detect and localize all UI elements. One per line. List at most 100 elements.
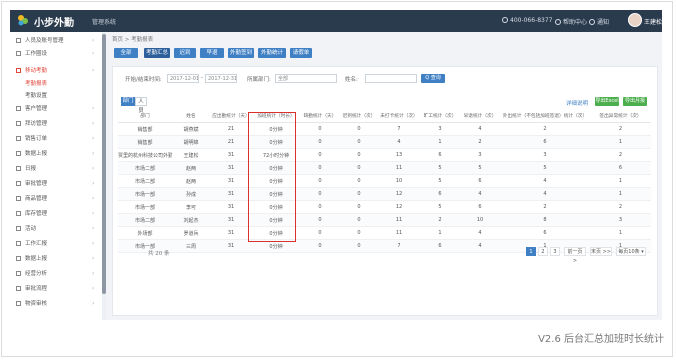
column-header[interactable]: 早退统计（次） bbox=[460, 110, 500, 123]
pagination-button[interactable]: 末页 >> bbox=[590, 247, 612, 256]
sidebar-subitem[interactable]: 考勤报表 bbox=[25, 79, 47, 87]
sidebar-item[interactable]: 审批管理 › bbox=[10, 178, 102, 190]
table-cell: 5 bbox=[420, 161, 460, 175]
tab[interactable]: 迟到 bbox=[174, 48, 196, 58]
table-cell: 11 bbox=[378, 226, 420, 240]
export-monthly-button[interactable]: 导出月报 bbox=[623, 97, 647, 106]
table-body: 销售部 胡燕斌 21 0分钟 0 0 7 3 4 2 2 销售部 胡明锦 21 0分钟 0 0 4 1 2 6 1 贾里的杭… bbox=[118, 122, 651, 253]
pagination-button[interactable]: 2 bbox=[538, 247, 548, 256]
column-header[interactable]: 缺勤统计（天） bbox=[300, 110, 340, 123]
tab[interactable]: 考勤汇总 bbox=[144, 48, 170, 58]
table-cell: 0分钟 bbox=[252, 174, 300, 188]
table-cell: 0 bbox=[340, 135, 378, 149]
column-header[interactable]: 加班统计（时长） bbox=[252, 110, 300, 123]
table-cell: 2 bbox=[500, 200, 590, 214]
export-excel-button[interactable]: 导出Excel bbox=[595, 97, 619, 106]
tab[interactable]: 全部 bbox=[114, 48, 138, 58]
column-header[interactable]: 姓名 bbox=[172, 110, 210, 123]
column-header[interactable]: 旷工统计（次） bbox=[420, 110, 460, 123]
avatar[interactable] bbox=[628, 13, 642, 27]
table-cell: 6 bbox=[460, 200, 500, 214]
table-row[interactable]: 销售部 胡明锦 21 0分钟 0 0 4 1 2 6 1 bbox=[118, 135, 651, 149]
menu-icon bbox=[16, 226, 21, 231]
table-cell: 0 bbox=[300, 148, 340, 162]
total-count: 共 20 条 bbox=[148, 251, 170, 257]
sidebar-item[interactable]: 客户管理 › bbox=[10, 103, 102, 115]
column-header[interactable]: 应出勤统计（天） bbox=[210, 110, 252, 123]
table-row[interactable]: 外场部 罗道兵 31 0分钟 0 0 11 1 4 6 1 bbox=[118, 226, 651, 240]
detail-link[interactable]: 详细说明 bbox=[566, 99, 588, 107]
table-cell: 罗道兵 bbox=[172, 226, 210, 240]
column-header[interactable]: 外出统计（不包括加班签退）统计（次） bbox=[500, 110, 590, 123]
column-header[interactable]: 签出异常统计（次） bbox=[590, 110, 651, 123]
sidebar-item[interactable]: 销售订单 › bbox=[10, 133, 102, 145]
table-row[interactable]: 市场二部 赵两 31 0分钟 0 0 11 5 5 5 6 bbox=[118, 161, 651, 175]
table-cell: 0分钟 bbox=[252, 187, 300, 201]
table-cell: 1 bbox=[420, 226, 460, 240]
brand-name[interactable]: 小步外勤 bbox=[34, 14, 74, 29]
tab[interactable]: 外勤签到 bbox=[228, 48, 254, 58]
table-cell: 1 bbox=[590, 187, 651, 201]
menu-icon bbox=[16, 166, 21, 171]
sidebar-item[interactable]: 人员及账号管理 › bbox=[10, 35, 102, 47]
sidebar-item[interactable]: 库存管理 › bbox=[10, 208, 102, 220]
notify-link[interactable]: 通知 bbox=[589, 17, 609, 26]
table-row[interactable]: 市场二部 刘起杰 31 0分钟 0 0 11 2 10 8 3 bbox=[118, 213, 651, 227]
view-dept-toggle[interactable]: 部门 bbox=[121, 97, 135, 106]
query-button[interactable]: Q 查询 bbox=[421, 74, 445, 83]
help-link[interactable]: 帮助中心 bbox=[555, 17, 587, 26]
view-person-toggle[interactable]: 人员 bbox=[135, 97, 147, 114]
table-cell: 12 bbox=[378, 187, 420, 201]
table-row[interactable]: 市场二部 赵两 31 0分钟 0 0 10 5 6 4 1 bbox=[118, 174, 651, 188]
sidebar-item[interactable]: 物资审核 › bbox=[10, 298, 102, 310]
pagination-button[interactable]: 3 bbox=[550, 247, 560, 256]
table-cell: 4 bbox=[460, 226, 500, 240]
sidebar-item[interactable]: 拜访管理 › bbox=[10, 118, 102, 130]
menu-icon bbox=[16, 68, 21, 73]
user-menu[interactable]: 王建松 ▾ bbox=[644, 17, 667, 26]
sidebar-item[interactable]: 数据上报 › bbox=[10, 148, 102, 160]
tab[interactable]: 早退 bbox=[200, 48, 224, 58]
table-row[interactable]: 市场一部 李可 31 0分钟 0 0 12 5 6 2 2 bbox=[118, 200, 651, 214]
column-header[interactable]: 未打卡统计（次） bbox=[378, 110, 420, 123]
table-row[interactable]: 市场一部 孙成 31 0分钟 0 0 12 6 4 4 1 bbox=[118, 187, 651, 201]
sidebar-item[interactable]: 审批流程 › bbox=[10, 283, 102, 295]
tab[interactable]: 外勤统计 bbox=[258, 48, 286, 58]
top-bar: 小步外勤 管理系统 400-066-8377 帮助中心 通知 退出 王建松 ▾ bbox=[10, 10, 667, 32]
table-cell: 0 bbox=[300, 226, 340, 240]
sidebar-item[interactable]: 日报 › bbox=[10, 163, 102, 175]
sidebar-item[interactable]: 经营分析 › bbox=[10, 268, 102, 280]
chevron-right-icon: › bbox=[92, 50, 95, 57]
column-header[interactable]: 迟到统计（次） bbox=[340, 110, 378, 123]
name-input[interactable] bbox=[365, 74, 417, 83]
pagination-button[interactable]: 前一页 > bbox=[564, 247, 586, 264]
date-from-input[interactable]: 2017-12-01 bbox=[167, 74, 199, 83]
table-cell: 0分钟 bbox=[252, 226, 300, 240]
tab[interactable]: 请假单 bbox=[290, 48, 312, 58]
sidebar-item[interactable]: 工作圈设 › bbox=[10, 48, 102, 60]
table-cell: 7 bbox=[378, 122, 420, 136]
sidebar-item[interactable]: 工作汇报 › bbox=[10, 238, 102, 250]
table-cell: 李可 bbox=[172, 200, 210, 214]
menu-icon bbox=[16, 271, 21, 276]
sidebar-subitem[interactable]: 考勤设置 bbox=[25, 91, 47, 99]
sidebar-item[interactable]: 活动 › bbox=[10, 223, 102, 235]
dept-select[interactable]: 全部 bbox=[275, 74, 337, 83]
date-to-input[interactable]: 2017-12-31 bbox=[205, 74, 237, 83]
pagination-button[interactable]: 每页10条 ▾ bbox=[616, 247, 646, 256]
table-cell: 0分钟 bbox=[252, 161, 300, 175]
pagination-button[interactable]: 1 bbox=[526, 247, 536, 256]
sidebar-item[interactable]: 移动考勤 › bbox=[10, 65, 102, 77]
table-cell: 7 bbox=[378, 239, 420, 253]
table-cell: 胡明锦 bbox=[172, 135, 210, 149]
table-cell: 赵两 bbox=[172, 161, 210, 175]
sidebar-item[interactable]: 商品管理 › bbox=[10, 193, 102, 205]
sidebar-item[interactable]: 数据上报 › bbox=[10, 253, 102, 265]
table-row[interactable]: 贾里的杭州科技公司外勤 王建松 31 72小时分钟 0 0 13 6 3 3 2 bbox=[118, 148, 651, 162]
table-cell: 贾里的杭州科技公司外勤 bbox=[118, 148, 172, 162]
table-row[interactable]: 销售部 胡燕斌 21 0分钟 0 0 7 3 4 2 2 bbox=[118, 122, 651, 136]
logo-icon bbox=[18, 15, 28, 26]
table-cell: 21 bbox=[210, 135, 252, 149]
column-header[interactable]: 部门 bbox=[118, 110, 172, 123]
table-cell: 0 bbox=[300, 187, 340, 201]
